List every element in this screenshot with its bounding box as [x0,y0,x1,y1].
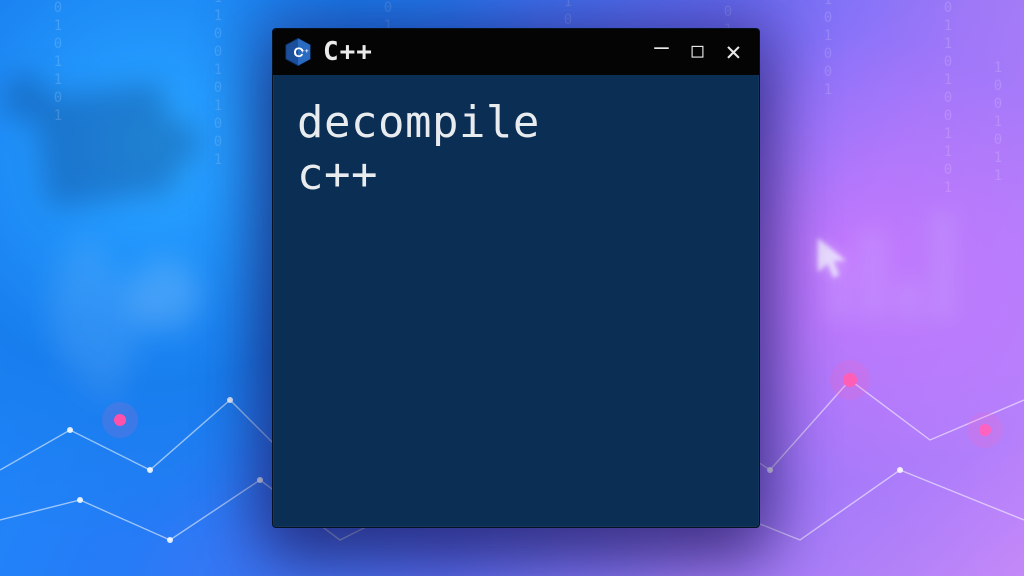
maximize-button[interactable]: □ [685,40,711,60]
terminal-body[interactable]: decompile c++ [273,75,759,527]
bg-orb-shape [130,260,200,330]
bg-molecule-shape [33,81,177,208]
svg-text:+: + [301,48,305,55]
terminal-window: C + + C++ — □ ✕ decompile c++ [272,28,760,528]
terminal-line-2: c++ [297,149,378,200]
close-button[interactable]: ✕ [721,39,747,65]
window-title: C++ [323,39,373,65]
terminal-line-1: decompile [297,97,540,148]
minimize-button[interactable]: — [649,35,675,59]
cpp-logo-icon: C + + [283,37,313,67]
svg-text:+: + [305,48,309,55]
titlebar[interactable]: C + + C++ — □ ✕ [273,29,759,75]
bg-cursor-silhouette [815,235,849,281]
